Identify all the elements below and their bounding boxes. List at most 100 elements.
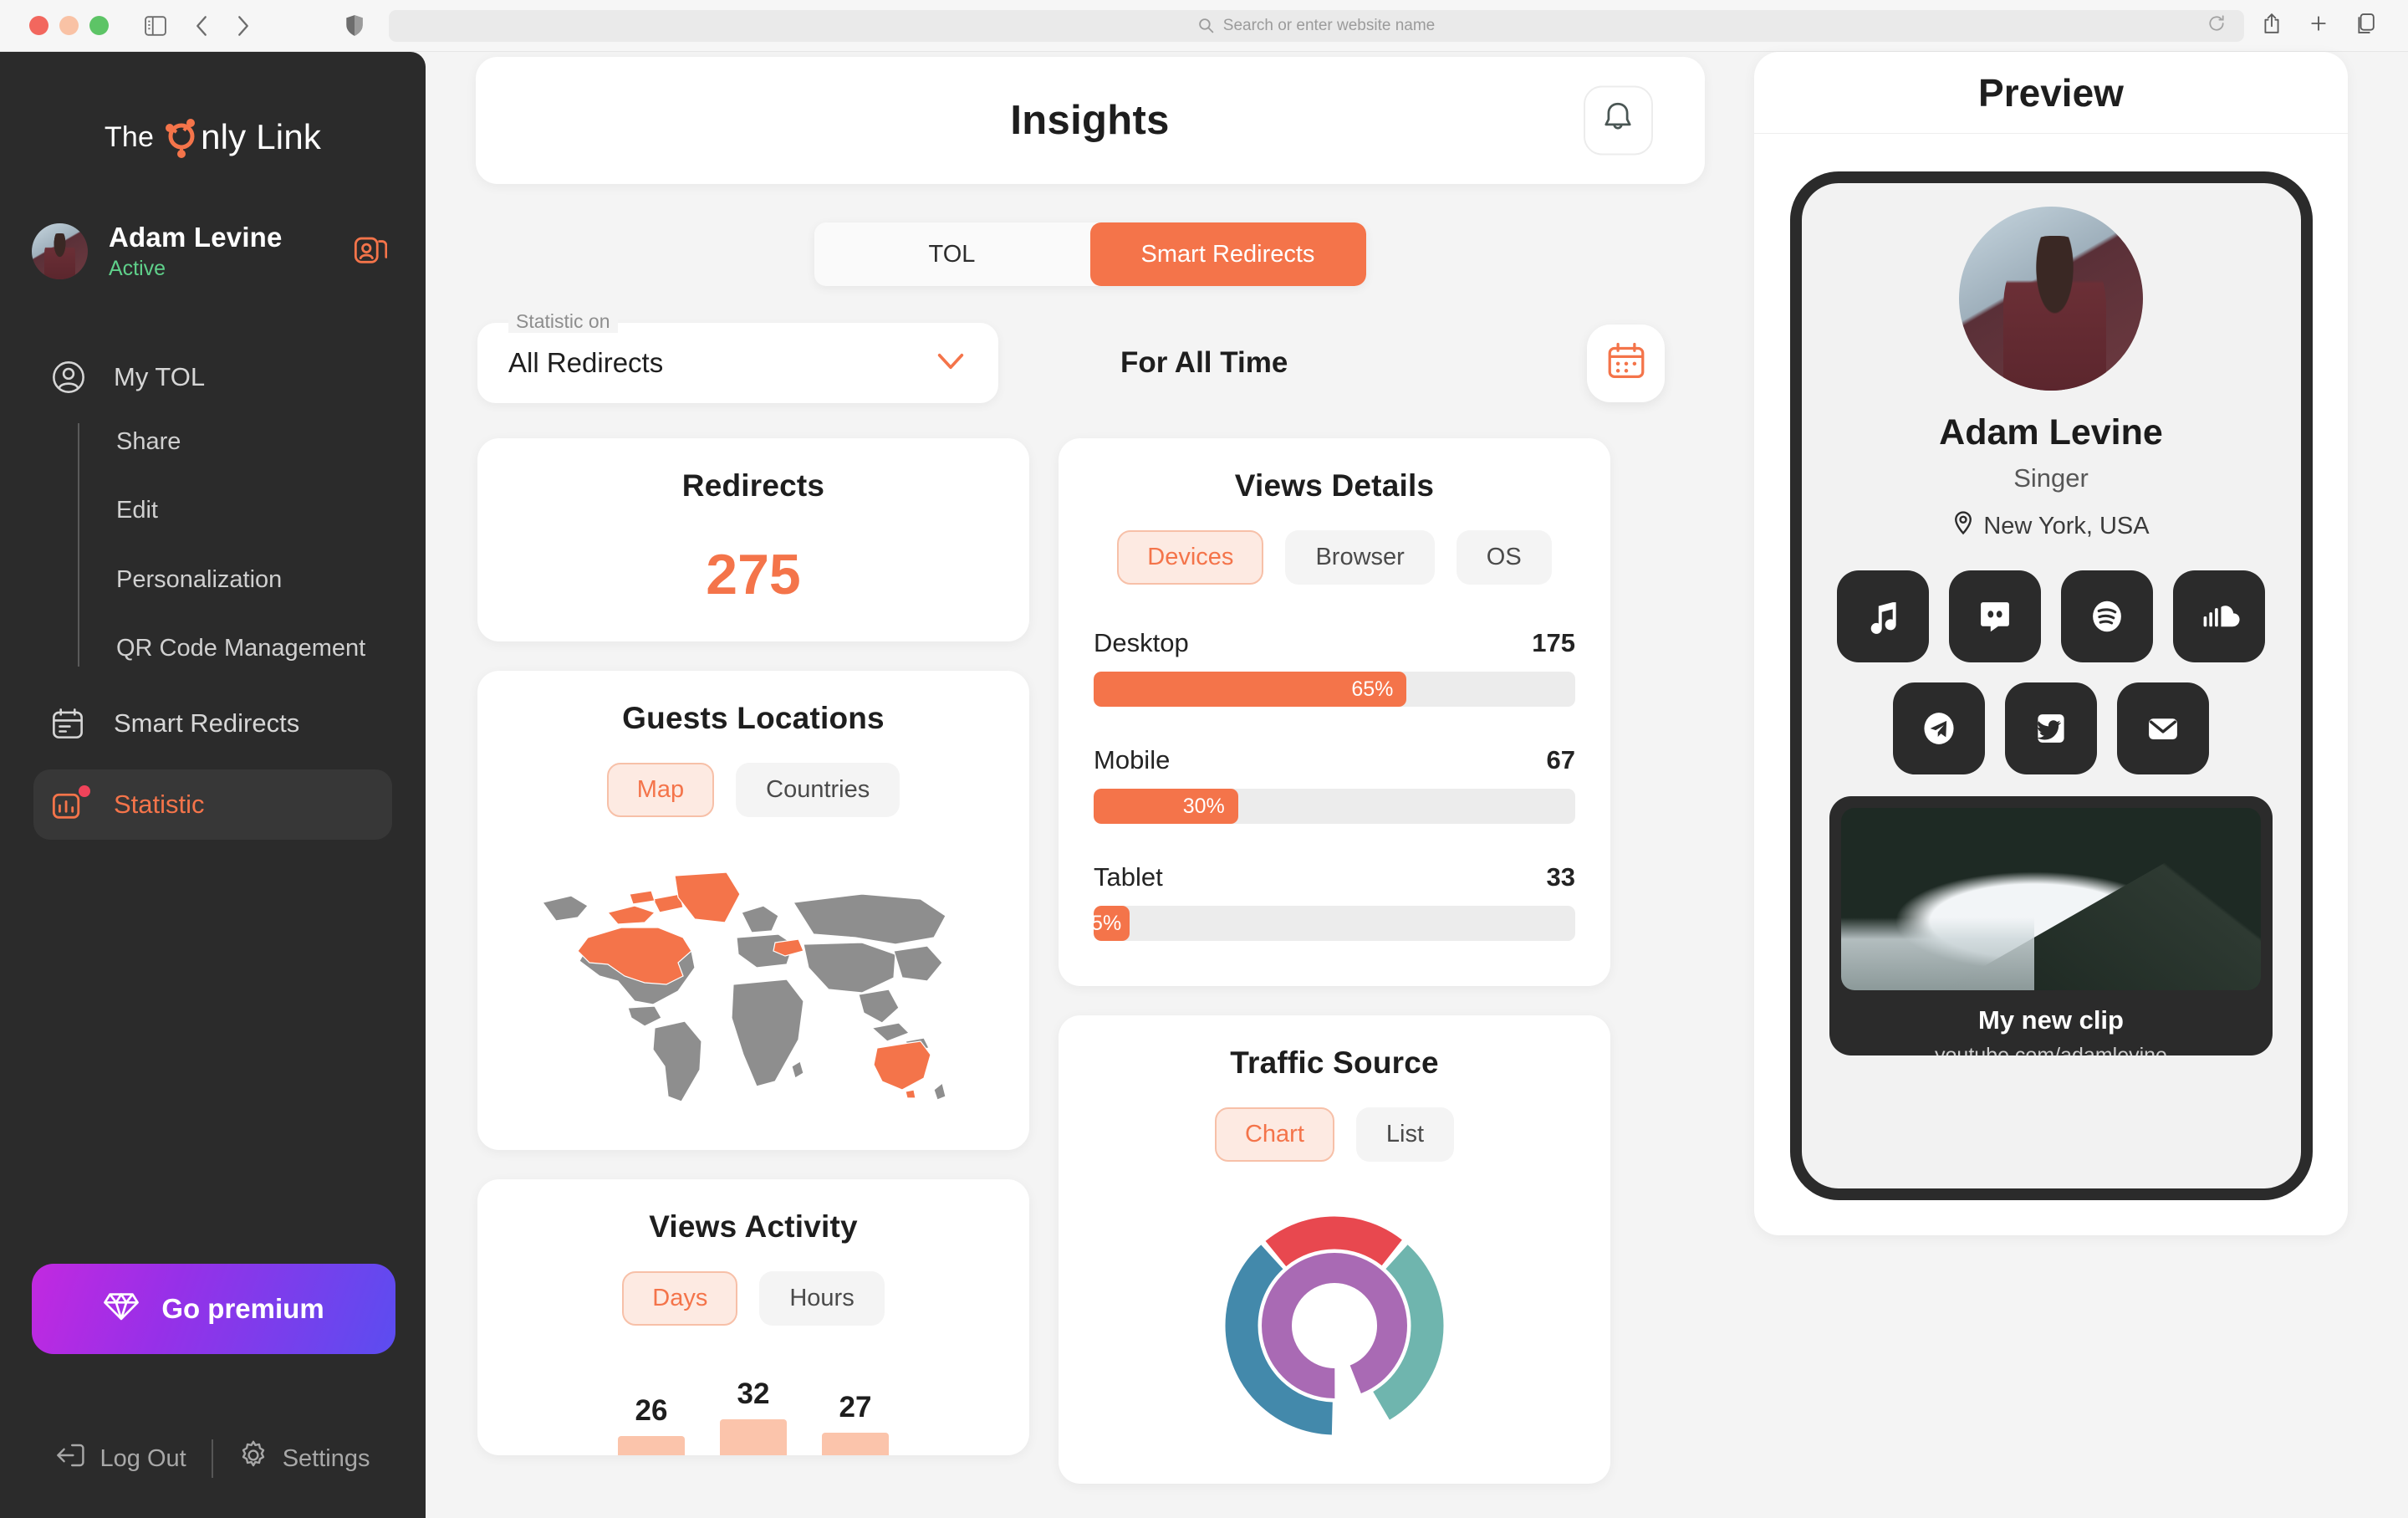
avatar <box>32 223 88 279</box>
preview-location: New York, USA <box>1802 510 2301 542</box>
switch-account-icon[interactable] <box>354 233 388 270</box>
sidebar-toggle-icon[interactable] <box>145 15 166 36</box>
legend-item: Direct 92 <box>1094 1481 1334 1484</box>
tab-days[interactable]: Days <box>622 1271 738 1326</box>
sidebar-item-qr-code-management[interactable]: QR Code Management <box>116 623 426 674</box>
apple-music-icon[interactable] <box>1837 570 1929 662</box>
logout-label: Log Out <box>99 1444 186 1472</box>
tab-smart-redirects[interactable]: Smart Redirects <box>1089 222 1366 286</box>
world-map[interactable] <box>513 851 994 1118</box>
device-row: Tablet 33 5% <box>1094 862 1575 941</box>
device-label: Tablet <box>1094 862 1163 892</box>
select-value: All Redirects <box>508 347 664 378</box>
logout-button[interactable]: Log Out <box>56 1442 186 1475</box>
progress-fill: 65% <box>1094 672 1407 707</box>
calendar-icon <box>1606 341 1646 386</box>
footer-divider <box>211 1439 213 1478</box>
phone-mockup: Adam Levine Singer New York, USA My new … <box>1789 171 2313 1200</box>
window-controls[interactable] <box>29 16 109 35</box>
tab-tol[interactable]: TOL <box>814 222 1090 286</box>
main-content: Insights TOL Smart Redirects Statistic o… <box>426 52 1754 1518</box>
sidebar-item-statistic[interactable]: Statistic <box>33 769 392 840</box>
activity-bar: 27 <box>822 1391 889 1455</box>
sidebar-item-label: My TOL <box>114 362 206 391</box>
social-links-grid <box>1829 570 2273 774</box>
logo-rest-text: nly Link <box>201 117 322 156</box>
views-details-title: Views Details <box>1234 468 1435 503</box>
twitter-icon[interactable] <box>2005 682 2097 774</box>
sidebar-item-smart-redirects[interactable]: Smart Redirects <box>0 693 426 754</box>
status-badge: Active <box>109 257 166 280</box>
new-tab-icon[interactable] <box>2309 14 2328 37</box>
settings-button[interactable]: Settings <box>238 1440 370 1477</box>
go-premium-label: Go premium <box>161 1293 324 1324</box>
filter-row: Statistic on All Redirects For All Time <box>477 310 1665 403</box>
logo-mark-icon <box>159 115 204 160</box>
progress-fill: 5% <box>1094 906 1130 941</box>
location-pin-icon <box>1952 510 1974 542</box>
link-clip-card[interactable]: My new clip youtube.com/adamlevine <box>1829 796 2273 1055</box>
sidebar-item-my-tol[interactable]: My TOL <box>0 346 426 408</box>
profile-block[interactable]: Adam Levine Active <box>32 222 395 281</box>
device-value: 33 <box>1546 862 1575 892</box>
tab-devices[interactable]: Devices <box>1117 530 1264 585</box>
address-bar[interactable]: Search or enter website name <box>389 9 2244 42</box>
soundcloud-icon[interactable] <box>2173 570 2265 662</box>
tab-os[interactable]: OS <box>1456 530 1552 585</box>
chevron-down-icon <box>936 352 965 375</box>
views-details-card: Views Details Devices Browser OS Desktop… <box>1059 438 1610 986</box>
notifications-button[interactable] <box>1583 85 1653 156</box>
sidebar-item-edit[interactable]: Edit <box>116 485 426 536</box>
views-activity-chart: 26 32 27 <box>513 1359 994 1455</box>
clip-thumbnail <box>1841 808 2261 990</box>
telegram-icon[interactable] <box>1893 682 1985 774</box>
chart-bar-icon <box>52 785 94 821</box>
redirects-card: Redirects 275 <box>477 438 1029 641</box>
tab-chart[interactable]: Chart <box>1214 1107 1334 1162</box>
spotify-icon[interactable] <box>2061 570 2153 662</box>
clip-title: My new clip <box>1978 1005 2124 1035</box>
preview-name: Adam Levine <box>1939 412 2163 452</box>
discord-icon[interactable] <box>1949 570 2041 662</box>
legend-label: Facebook <box>1361 1481 1475 1484</box>
device-row: Mobile 67 30% <box>1094 745 1575 824</box>
minimize-window-button[interactable] <box>59 16 79 35</box>
sidebar-item-share[interactable]: Share <box>116 417 426 468</box>
maximize-window-button[interactable] <box>89 16 109 35</box>
sidebar-item-label: Smart Redirects <box>114 708 300 738</box>
device-label: Mobile <box>1094 745 1171 774</box>
tab-list[interactable]: List <box>1355 1107 1455 1162</box>
views-activity-tabs: Days Hours <box>513 1271 994 1326</box>
email-icon[interactable] <box>2117 682 2209 774</box>
device-value: 67 <box>1546 745 1575 774</box>
forward-icon[interactable] <box>237 15 250 37</box>
progress-track: 30% <box>1094 789 1575 824</box>
go-premium-button[interactable]: Go premium <box>32 1264 395 1354</box>
tab-map[interactable]: Map <box>606 763 715 817</box>
tab-countries[interactable]: Countries <box>736 763 900 817</box>
tabs-icon[interactable] <box>2356 13 2375 38</box>
page-title: Insights <box>1010 98 1170 143</box>
clip-url: youtube.com/adamlevine <box>1935 1044 2167 1055</box>
progress-track: 5% <box>1094 906 1575 941</box>
time-range-label: For All Time <box>1120 346 1288 379</box>
notification-dot <box>79 785 90 797</box>
legend-label: Direct <box>1120 1481 1188 1484</box>
traffic-source-card: Traffic Source Chart List <box>1059 1015 1610 1484</box>
reload-icon[interactable] <box>2207 14 2226 37</box>
logo-the-text: The <box>104 120 155 153</box>
redirects-title: Redirects <box>681 468 825 503</box>
activity-bar-value: 26 <box>635 1394 668 1427</box>
tab-browser[interactable]: Browser <box>1285 530 1435 585</box>
shield-icon[interactable] <box>345 14 364 37</box>
activity-bar: 26 <box>618 1394 685 1455</box>
back-icon[interactable] <box>195 15 208 37</box>
sidebar-item-personalization[interactable]: Personalization <box>116 555 426 606</box>
close-window-button[interactable] <box>29 16 48 35</box>
date-picker-button[interactable] <box>1587 324 1665 402</box>
share-icon[interactable] <box>2263 13 2281 38</box>
statistic-on-select[interactable]: Statistic on All Redirects <box>477 310 998 403</box>
page-header: Insights <box>475 57 1705 184</box>
tab-hours[interactable]: Hours <box>759 1271 885 1326</box>
preview-location-text: New York, USA <box>1983 512 2150 539</box>
